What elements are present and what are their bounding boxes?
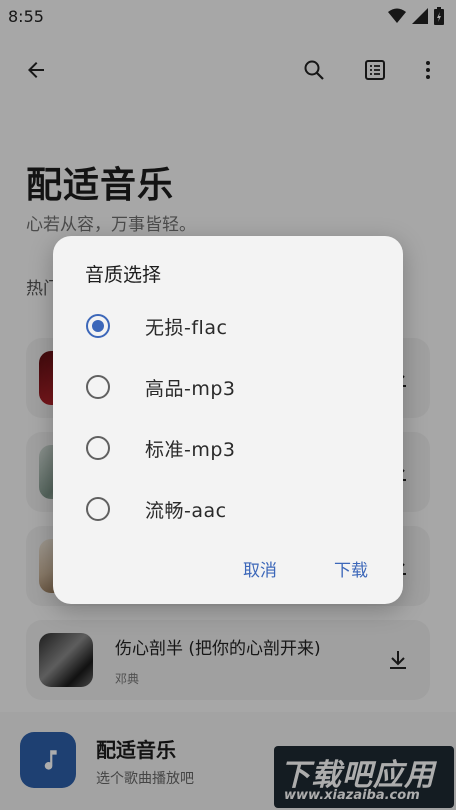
cancel-button[interactable]: 取消 <box>243 556 277 581</box>
option-label: 标准-mp3 <box>145 438 236 461</box>
download-confirm-button[interactable]: 下载 <box>334 556 368 581</box>
option-label: 流畅-aac <box>145 499 227 522</box>
radio-unchecked-icon[interactable] <box>86 375 110 399</box>
radio-unchecked-icon[interactable] <box>86 497 110 521</box>
dialog-title: 音质选择 <box>85 264 162 286</box>
quality-dialog: 音质选择 无损-flac 高品-mp3 标准-mp3 流畅-aac 取消 下载 <box>53 236 403 604</box>
quality-option-standard-mp3[interactable]: 标准-mp3 <box>73 422 373 474</box>
quality-option-aac[interactable]: 流畅-aac <box>73 483 373 535</box>
option-label: 高品-mp3 <box>145 377 236 400</box>
option-label: 无损-flac <box>145 316 228 339</box>
quality-option-flac[interactable]: 无损-flac <box>73 300 373 352</box>
radio-unchecked-icon[interactable] <box>86 436 110 460</box>
quality-option-high-mp3[interactable]: 高品-mp3 <box>73 361 373 413</box>
radio-checked-icon[interactable] <box>86 314 110 338</box>
